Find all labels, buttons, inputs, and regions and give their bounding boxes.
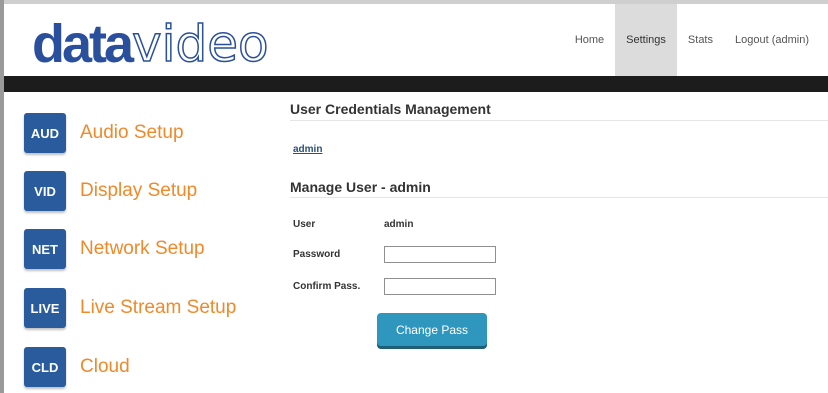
sidebar-item-live-stream-setup[interactable]: LIVE Live Stream Setup	[24, 288, 236, 328]
top-nav: Home Settings Stats Logout (admin)	[564, 4, 820, 76]
confirm-password-field[interactable]	[384, 278, 496, 295]
password-row: Password	[293, 246, 496, 263]
sidebar-item-label: Cloud	[80, 356, 130, 377]
sidebar-item-cloud[interactable]: CLD Cloud	[24, 347, 130, 387]
nav-stats[interactable]: Stats	[677, 4, 724, 76]
nav-logout[interactable]: Logout (admin)	[724, 4, 820, 76]
logo-data-text: data	[32, 14, 134, 74]
manage-divider	[290, 197, 828, 198]
confirm-label: Confirm Pass.	[293, 281, 361, 292]
datavideo-logo[interactable]: data video	[32, 12, 269, 74]
section-divider	[290, 120, 828, 121]
sidebar-item-label: Audio Setup	[80, 122, 184, 143]
password-field[interactable]	[384, 246, 496, 263]
user-value: admin	[384, 219, 414, 230]
video-badge-icon: VID	[24, 171, 66, 211]
cloud-badge-icon: CLD	[24, 347, 66, 387]
section-title: User Credentials Management	[290, 101, 491, 117]
network-badge-icon: NET	[24, 229, 66, 269]
change-pass-button[interactable]: Change Pass	[377, 313, 487, 346]
password-label: Password	[293, 249, 341, 260]
sidebar-item-display-setup[interactable]: VID Display Setup	[24, 171, 197, 211]
manage-user-title: Manage User - admin	[290, 179, 431, 195]
nav-home[interactable]: Home	[564, 4, 615, 76]
sidebar-item-network-setup[interactable]: NET Network Setup	[24, 229, 205, 269]
header-divider-bar	[4, 76, 828, 92]
main-content: User Credentials Management admin Manage…	[290, 92, 828, 393]
audio-badge-icon: AUD	[24, 113, 66, 153]
sidebar-item-label: Display Setup	[80, 180, 198, 201]
user-link-admin[interactable]: admin	[293, 144, 322, 155]
sidebar-item-label: Network Setup	[80, 238, 205, 259]
nav-settings[interactable]: Settings	[615, 4, 677, 76]
sidebar: AUD Audio Setup VID Display Setup NET Ne…	[4, 92, 260, 393]
user-row: User admin	[293, 219, 413, 230]
logo-video-text: video	[131, 15, 269, 73]
sidebar-item-label: Live Stream Setup	[80, 297, 237, 318]
header: data video Home Settings Stats Logout (ad…	[4, 4, 828, 76]
live-badge-icon: LIVE	[24, 288, 66, 328]
confirm-row: Confirm Pass.	[293, 278, 496, 295]
sidebar-item-audio-setup[interactable]: AUD Audio Setup	[24, 113, 184, 153]
user-label: User	[293, 219, 316, 230]
